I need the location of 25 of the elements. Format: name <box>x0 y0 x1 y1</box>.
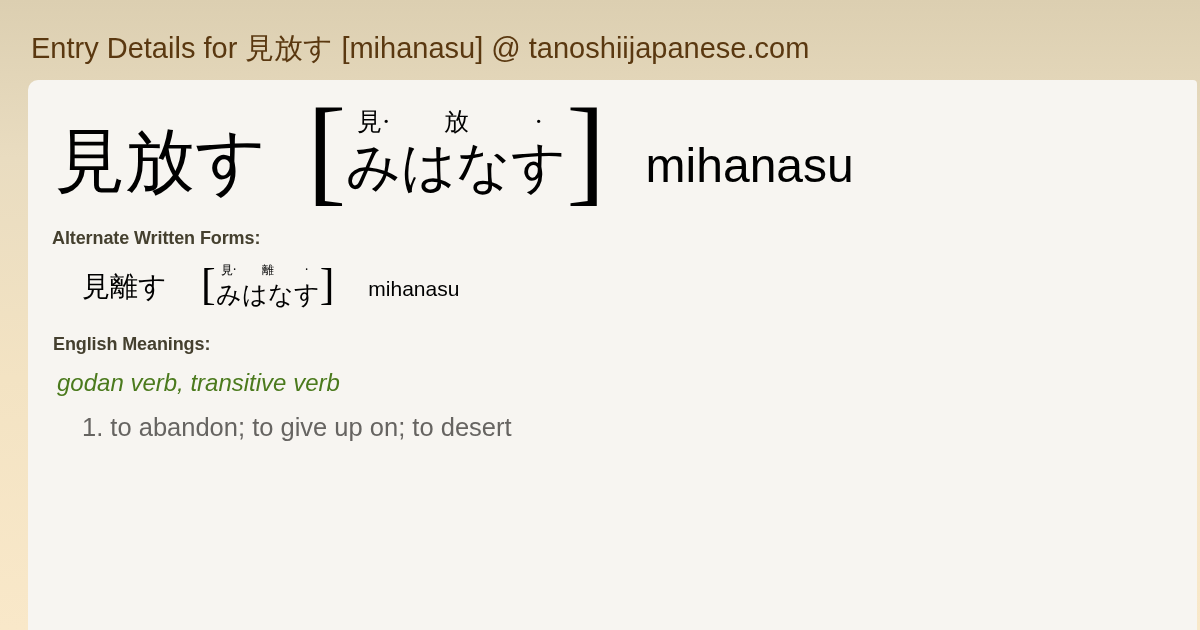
japanese-word: 見放す <box>55 126 267 196</box>
furigana-text: 離 <box>261 263 274 276</box>
part-of-speech: godan verb, transitive verb <box>56 371 341 395</box>
section-heading: English Meanings: <box>52 335 212 353</box>
japanese-word: 見離す <box>82 273 167 301</box>
furigana-text: 見· <box>357 108 391 134</box>
kana-reading: はな <box>241 281 294 307</box>
kana-reading: す <box>511 139 567 194</box>
kana-reading: はな <box>401 139 512 194</box>
reading-bracket: ] <box>566 92 606 210</box>
page-title: Entry Details for 見放す [mihanasu] @ tanoshiijapanese.com <box>31 33 810 63</box>
reading-bracket: ] <box>319 263 335 307</box>
kana-reading: す <box>293 281 320 307</box>
romaji-reading: mihanasu <box>368 278 460 299</box>
furigana-text: 放 <box>443 108 469 134</box>
reading-bracket: [ <box>307 92 347 210</box>
section-heading: Alternate Written Forms: <box>52 229 262 247</box>
furigana-text: · <box>534 108 543 134</box>
kana-reading: み <box>346 139 402 194</box>
kana-reading: み <box>215 281 242 307</box>
meaning-text: 1. to abandon; to give up on; to desert <box>81 415 513 441</box>
romaji-reading: mihanasu <box>645 142 854 190</box>
furigana-text: 見· <box>220 263 237 276</box>
reading-bracket: [ <box>201 263 216 307</box>
furigana-text: · <box>304 263 309 276</box>
